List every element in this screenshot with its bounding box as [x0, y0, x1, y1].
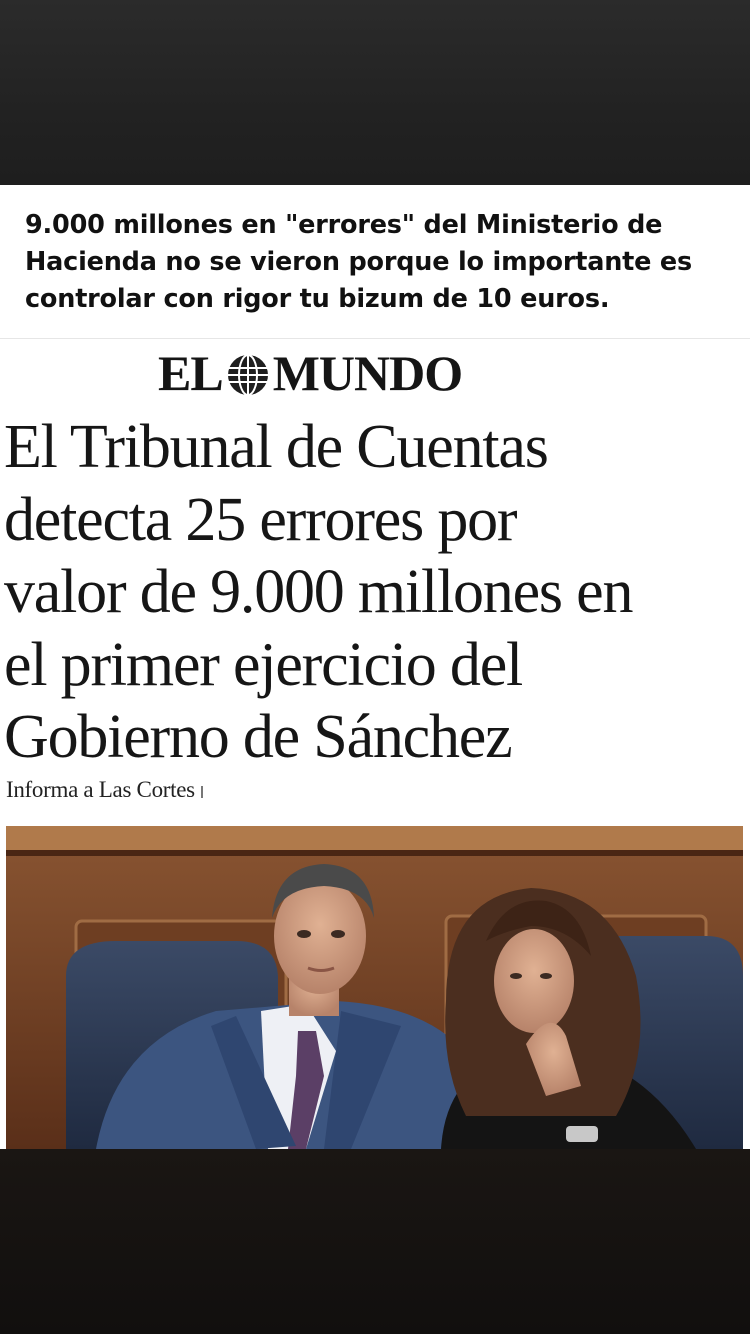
caption-divider: [0, 338, 750, 339]
kicker-separator: [200, 785, 203, 798]
article-photo: [6, 826, 743, 1149]
post-caption: 9.000 millones en "errores" del Minister…: [25, 210, 692, 314]
headline-line: El Tribunal de Cuentas: [4, 413, 549, 481]
masthead-left-word: EL: [158, 345, 224, 401]
top-dark-band: [0, 0, 750, 185]
newspaper-masthead: EL MUNDO: [158, 345, 463, 401]
headline-line: Gobierno de Sánchez: [4, 703, 513, 771]
headline-line: el primer ejercicio del: [4, 630, 523, 699]
globe-icon: [226, 351, 270, 396]
headline-line: valor de 9.000 millones en: [4, 558, 633, 626]
kicker-text: Informa a Las Cortes: [6, 777, 195, 802]
bottom-dark-band: [0, 1149, 750, 1334]
headline-line: detecta 25 errores por: [4, 485, 518, 554]
article-kicker: Informa a Las Cortes: [6, 777, 203, 803]
post-card: 9.000 millones en "errores" del Minister…: [0, 185, 750, 1149]
masthead-right-word: MUNDO: [272, 345, 463, 401]
article-headline: El Tribunal de Cuentas detecta 25 errore…: [4, 411, 749, 774]
